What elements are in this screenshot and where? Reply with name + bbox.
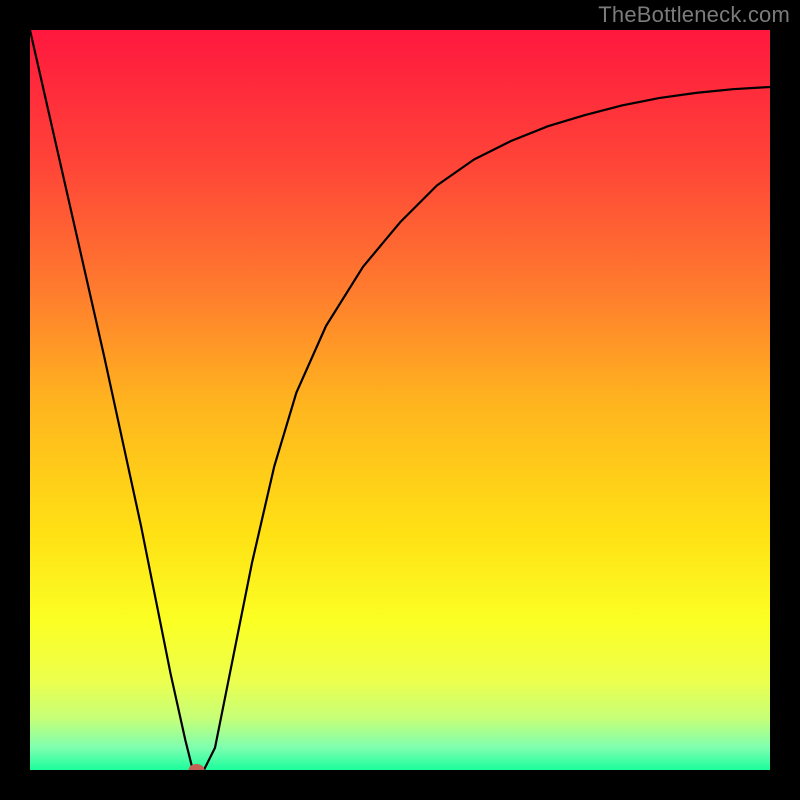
watermark-label: TheBottleneck.com: [598, 2, 790, 28]
chart-svg: [30, 30, 770, 770]
plot-area: [30, 30, 770, 770]
gradient-background: [30, 30, 770, 770]
chart-frame: TheBottleneck.com: [0, 0, 800, 800]
